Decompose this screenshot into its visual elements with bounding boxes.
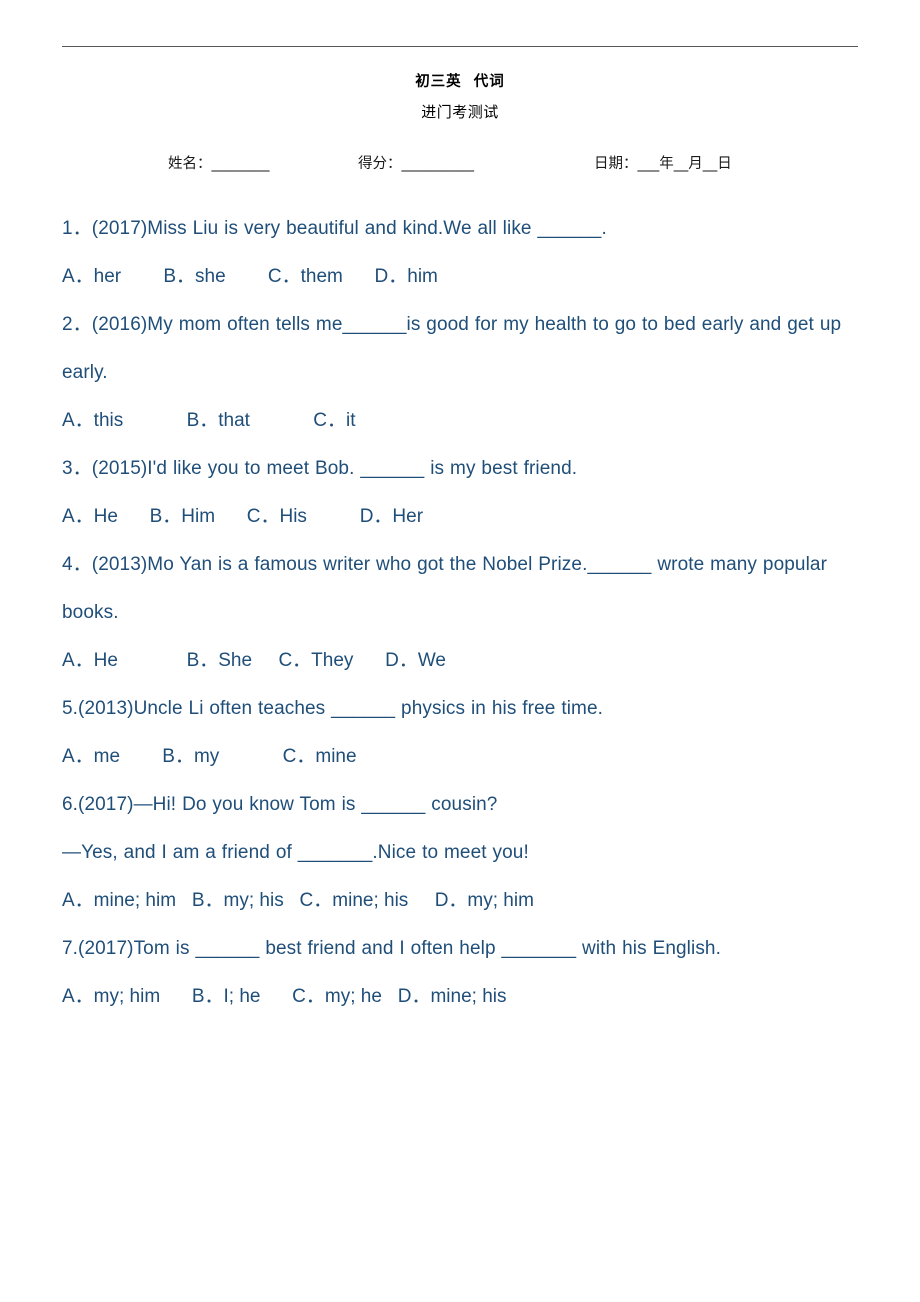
question-stem: 2．(2016)My mom often tells me______is go…	[62, 314, 842, 383]
question-item: 2．(2016)My mom often tells me______is go…	[62, 301, 862, 445]
question-options: A．He B．She C．They D．We	[62, 650, 446, 671]
score-field-label: 得分：__________	[358, 156, 474, 172]
question-options: A．mine; him B．my; his C．mine; his D．my; …	[62, 890, 534, 911]
name-field-label: 姓名：________	[168, 156, 270, 172]
question-list: 1．(2017)Miss Liu is very beautiful and k…	[62, 205, 862, 1021]
question-options: A．He B．Him C．His D．Her	[62, 506, 424, 527]
question-stem: 7.(2017)Tom is ______ best friend and I …	[62, 938, 721, 959]
date-field-label: 日期：___年__月__日	[594, 156, 732, 172]
question-item: 4．(2013)Mo Yan is a famous writer who go…	[62, 541, 862, 685]
question-stem: 5.(2013)Uncle Li often teaches ______ ph…	[62, 698, 603, 719]
question-options: A．this B．that C．it	[62, 410, 356, 431]
question-stem: 3．(2015)I'd like you to meet Bob. ______…	[62, 458, 578, 479]
question-options: A．my; him B．I; he C．my; he D．mine; his	[62, 986, 507, 1007]
document-page: 初三英 代词 进门考测试 姓名：________ 得分：__________ 日…	[0, 0, 920, 1302]
document-title-secondary: 进门考测试	[421, 103, 499, 121]
student-meta-row: 姓名：________ 得分：__________ 日期：___年__月__日	[0, 150, 920, 178]
question-options: A．her B．she C．them D．him	[62, 266, 438, 287]
question-item: 5.(2013)Uncle Li often teaches ______ ph…	[62, 685, 862, 781]
question-item: 6.(2017)—Hi! Do you know Tom is ______ c…	[62, 781, 862, 925]
question-stem: 6.(2017)—Hi! Do you know Tom is ______ c…	[62, 794, 498, 815]
document-title-primary: 初三英 代词	[415, 74, 505, 90]
question-stem: 4．(2013)Mo Yan is a famous writer who go…	[62, 554, 827, 623]
question-stem-continuation: —Yes, and I am a friend of _______.Nice …	[62, 842, 529, 863]
header-divider	[62, 46, 858, 47]
document-title-block: 初三英 代词 进门考测试	[0, 72, 920, 125]
question-item: 7.(2017)Tom is ______ best friend and I …	[62, 925, 862, 1021]
question-item: 1．(2017)Miss Liu is very beautiful and k…	[62, 205, 862, 301]
question-stem: 1．(2017)Miss Liu is very beautiful and k…	[62, 218, 607, 239]
question-item: 3．(2015)I'd like you to meet Bob. ______…	[62, 445, 862, 541]
question-options: A．me B．my C．mine	[62, 746, 357, 767]
